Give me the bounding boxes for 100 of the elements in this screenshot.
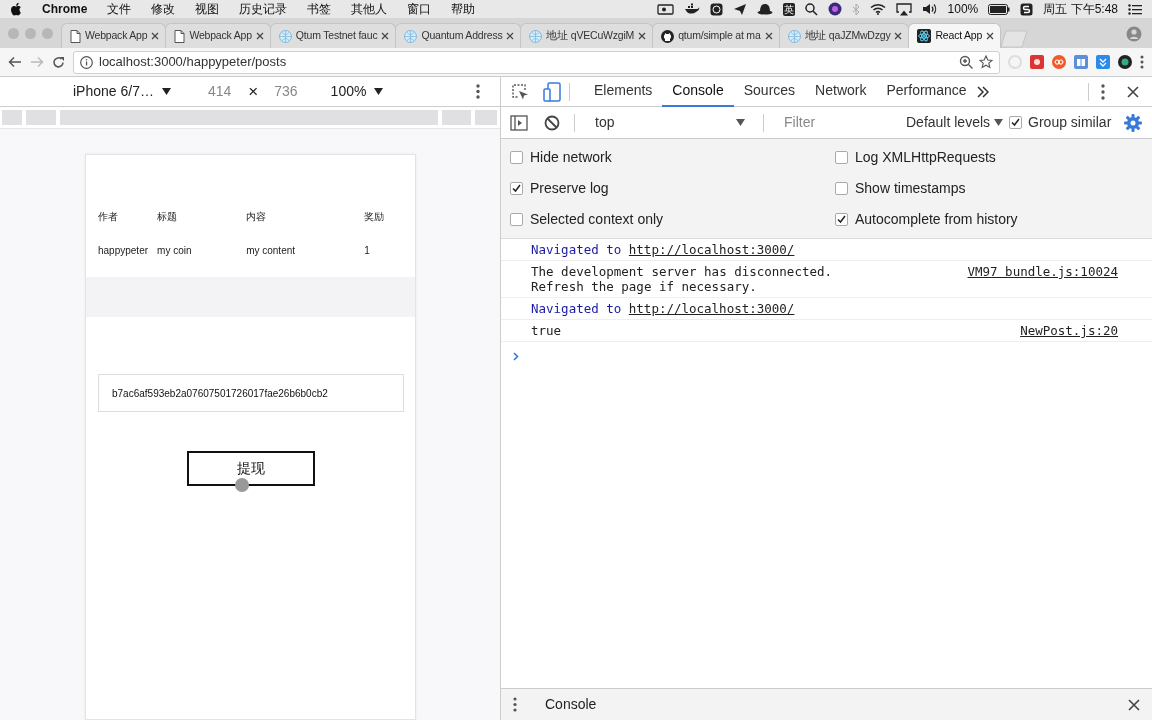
paper-plane-icon[interactable] (732, 2, 747, 16)
caret-icon (736, 119, 745, 126)
checkbox-label: Show timestamps (855, 179, 966, 198)
wifi-icon[interactable] (869, 3, 886, 15)
camera-lens-icon[interactable] (1118, 55, 1132, 69)
source-link[interactable]: VM97 bundle.js:10024 (967, 264, 1118, 279)
checkbox[interactable] (835, 151, 848, 164)
menu-item[interactable]: 其他人 (351, 0, 388, 18)
checkbox[interactable] (510, 213, 523, 226)
close-icon[interactable] (381, 32, 390, 40)
browser-tab[interactable]: qtum/simple at ma (652, 23, 780, 48)
menu-item[interactable]: 修改 (151, 0, 176, 18)
devtools-tab[interactable]: Performance (876, 76, 977, 107)
app-menu[interactable]: Chrome (42, 0, 88, 18)
checkbox[interactable] (835, 182, 848, 195)
close-icon[interactable] (506, 32, 515, 40)
whale-icon[interactable] (683, 3, 700, 15)
url-link[interactable]: http://localhost:3000/ (628, 242, 795, 257)
close-icon[interactable] (764, 32, 773, 40)
menu-item[interactable]: 书签 (307, 0, 332, 18)
globe-icon (529, 29, 543, 43)
device-dropdown[interactable]: iPhone 6/7… (73, 81, 171, 102)
input-method-indicator[interactable]: 英 (782, 2, 795, 16)
device-toggle-icon[interactable] (543, 81, 561, 102)
zoom-in-icon[interactable] (959, 55, 973, 69)
globe-icon (404, 29, 418, 43)
close-icon[interactable] (151, 32, 160, 40)
menu-item[interactable]: 窗口 (407, 0, 432, 18)
search-icon[interactable] (804, 2, 818, 16)
close-icon[interactable] (894, 32, 903, 40)
close-icon[interactable] (1128, 698, 1140, 711)
height-field[interactable]: 736 (274, 81, 298, 102)
menu-item[interactable]: 视图 (195, 0, 220, 18)
apple-icon[interactable] (10, 2, 22, 16)
airplay-icon[interactable] (895, 2, 912, 16)
checkbox[interactable] (510, 151, 523, 164)
save-to-pocket-icon[interactable] (1096, 55, 1110, 69)
close-icon[interactable] (638, 32, 647, 40)
clear-console-icon[interactable] (544, 114, 560, 131)
hat-icon[interactable] (756, 3, 773, 15)
drawer-tab[interactable]: Console (535, 689, 607, 720)
address-bar[interactable]: localhost:3000/happypeter/posts (73, 50, 1000, 74)
checkbox[interactable] (510, 182, 523, 195)
clock[interactable]: 周五 下午5:48 (1043, 0, 1118, 18)
url-link[interactable]: http://localhost:3000/ (628, 301, 795, 316)
settings-icon[interactable] (1124, 113, 1142, 132)
menu-item[interactable]: 历史记录 (239, 0, 288, 18)
globe-icon (278, 29, 292, 43)
infinity-icon[interactable] (1052, 55, 1066, 69)
extension-icon[interactable] (1030, 55, 1044, 69)
caret-icon (994, 119, 1004, 126)
browser-tab[interactable]: React App (908, 23, 1002, 48)
document-icon (70, 29, 81, 43)
s-app-icon[interactable] (1020, 2, 1034, 16)
column-header: 标题 (157, 209, 179, 224)
prompt-icon[interactable] (513, 352, 519, 361)
checkbox[interactable] (835, 213, 848, 226)
close-icon[interactable] (255, 32, 264, 40)
menu-item[interactable]: 文件 (107, 0, 132, 18)
width-field[interactable]: 414 (207, 81, 232, 102)
more-icon[interactable] (476, 84, 480, 99)
levels-dropdown[interactable]: Default levels (906, 112, 1004, 133)
browser-tab[interactable]: Webpack App (61, 23, 167, 48)
sidebar-toggle-icon[interactable] (510, 114, 528, 131)
column-header: 奖励 (364, 209, 386, 224)
inspect-icon[interactable] (511, 82, 529, 101)
more-tabs-icon[interactable] (976, 85, 989, 98)
checkbox-label: Group similar (1028, 113, 1112, 132)
devtools-tab[interactable]: Sources (733, 76, 806, 107)
browser-tab[interactable]: 地址 qVECuWzgiM (520, 23, 654, 48)
checkbox[interactable] (1009, 116, 1023, 129)
console-message: Navigated to http://localhost:3000/ (531, 242, 795, 257)
siri-icon[interactable] (827, 2, 842, 16)
smiley-icon[interactable] (709, 2, 723, 16)
browser-tab[interactable]: Quantum Address (395, 23, 522, 48)
devtools-tab[interactable]: Elements (584, 76, 663, 107)
menu-item[interactable]: 帮助 (451, 0, 476, 18)
zoom-dropdown[interactable]: 100% (330, 81, 384, 102)
browser-tab[interactable]: Qtum Testnet fauc (269, 23, 397, 48)
browser-tab[interactable]: Webpack App (165, 23, 271, 48)
video-camera-icon[interactable] (656, 3, 674, 15)
battery-icon[interactable] (988, 3, 1011, 15)
devtools-tab[interactable]: Network (805, 76, 877, 107)
star-icon[interactable] (979, 55, 993, 69)
close-icon[interactable] (1127, 85, 1139, 98)
browser-tab[interactable]: 地址 qaJZMwDzgy (778, 23, 910, 48)
key-input-field[interactable]: b7ac6af593eb2a07607501726017fae26b6b0cb2 (98, 374, 404, 412)
back-icon[interactable] (8, 56, 22, 68)
reload-icon[interactable] (52, 55, 65, 69)
more-icon[interactable] (1140, 55, 1144, 69)
devtools-tab[interactable]: Console (662, 76, 734, 107)
context-dropdown[interactable]: top (589, 112, 749, 133)
more-icon[interactable] (513, 697, 517, 712)
list-icon[interactable] (1128, 3, 1142, 15)
close-icon[interactable] (986, 32, 995, 40)
column-header: 作者 (98, 209, 119, 224)
book-icon[interactable] (1074, 55, 1088, 69)
more-icon[interactable] (1101, 83, 1105, 100)
volume-icon[interactable] (921, 3, 938, 15)
source-link[interactable]: NewPost.js:20 (1020, 323, 1118, 338)
